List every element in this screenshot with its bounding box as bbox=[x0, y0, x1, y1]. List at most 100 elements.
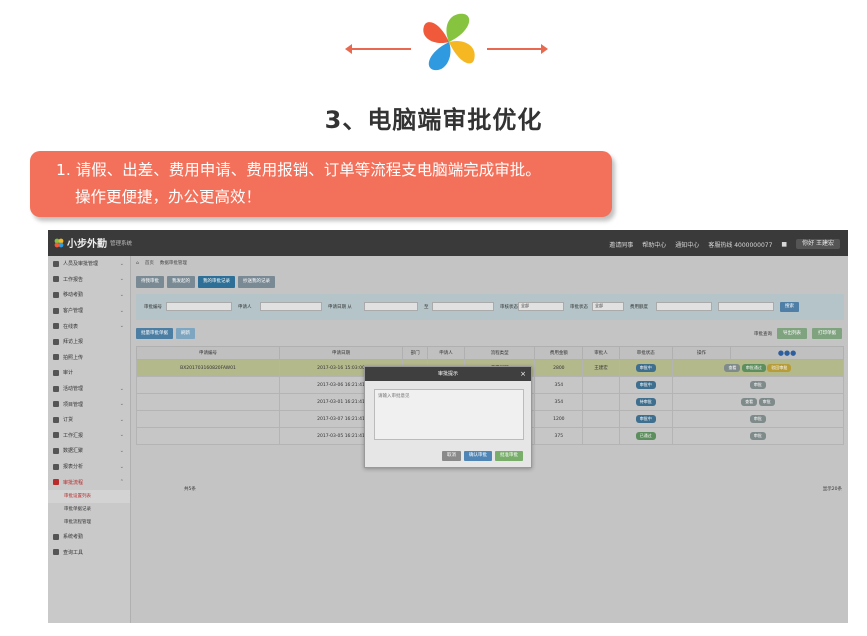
sidebar-item[interactable]: 系统考勤 bbox=[48, 529, 130, 545]
sidebar-item[interactable]: 拜访上报 bbox=[48, 334, 130, 350]
view-button[interactable]: 查看 bbox=[741, 398, 758, 406]
cell-number bbox=[136, 427, 280, 445]
chevron-down-icon: ⌄ bbox=[119, 401, 124, 408]
cancel-button[interactable]: 取消 bbox=[442, 451, 461, 461]
sidebar-item[interactable]: 订货 ⌄ bbox=[48, 412, 130, 428]
sidebar-item-label: 客户管理 bbox=[63, 308, 84, 315]
column-header[interactable]: 流程类型 bbox=[463, 346, 536, 360]
slide: 3、电脑端审批优化 1. 请假、出差、费用申请、费用报销、订单等流程支电脑端完成… bbox=[0, 0, 867, 636]
column-header[interactable]: 申请日期 bbox=[278, 346, 404, 360]
sidebar-item-label: 报表分析 bbox=[63, 464, 84, 471]
filter-amount-to-input[interactable] bbox=[718, 302, 774, 311]
sidebar-sub-item[interactable]: 审批流程管理 bbox=[48, 516, 130, 529]
menu-icon bbox=[53, 549, 59, 556]
filter-number-input[interactable] bbox=[166, 302, 232, 311]
tab-cc-records[interactable]: 抄送我的记录 bbox=[238, 276, 275, 288]
approval-comment-input[interactable] bbox=[374, 389, 524, 440]
menu-icon bbox=[53, 385, 59, 392]
refresh-button[interactable]: 刷新 bbox=[176, 328, 195, 339]
filter-label: 审批状态 bbox=[570, 305, 588, 310]
filter-status-select[interactable]: 全部 bbox=[518, 302, 564, 311]
cell-amount: 354 bbox=[534, 376, 584, 394]
sidebar-item[interactable]: 拍照上传 bbox=[48, 350, 130, 366]
sidebar-item[interactable]: 数据汇聚 ⌄ bbox=[48, 443, 130, 459]
cell-status: 待审批 bbox=[618, 393, 673, 411]
search-button[interactable]: 搜索 bbox=[780, 302, 799, 312]
column-header[interactable]: 操作 bbox=[671, 346, 732, 360]
sidebar-item[interactable]: 活动管理 ⌄ bbox=[48, 381, 130, 397]
column-header[interactable]: 审批状态 bbox=[618, 346, 673, 360]
batch-approve-button[interactable]: 批量审批单据 bbox=[136, 328, 173, 339]
home-icon[interactable]: ⌂ bbox=[136, 261, 139, 266]
sidebar-item[interactable]: 移动考勤 ⌄ bbox=[48, 287, 130, 303]
cell-status: 审批中 bbox=[618, 376, 673, 394]
sidebar-item-label: 系统考勤 bbox=[63, 534, 84, 541]
sidebar-item[interactable]: 报表分析 ⌄ bbox=[48, 459, 130, 475]
reject-button[interactable]: 驳回审批 bbox=[767, 364, 792, 372]
sidebar-item[interactable]: 项目管理 ⌄ bbox=[48, 396, 130, 412]
page-size-select[interactable]: 显示20条 bbox=[823, 486, 842, 492]
top-link-help[interactable]: 帮助中心 bbox=[642, 240, 666, 249]
cell-ops: 查看 审批通过 驳回审批 bbox=[671, 359, 845, 377]
user-menu[interactable]: 你好 王建宏 bbox=[796, 239, 840, 249]
record-count: 共5条 bbox=[184, 487, 196, 492]
status-badge: 审批中 bbox=[635, 381, 656, 389]
approve-button[interactable]: 批准审批 bbox=[495, 451, 523, 461]
sidebar-item-label: 项目管理 bbox=[63, 401, 84, 408]
tab-my-records[interactable]: 我的审批记录 bbox=[198, 276, 235, 288]
approval-dialog: 审批提示 × 取消 确认审批 批准审批 bbox=[364, 366, 532, 468]
sidebar-item[interactable]: 审计 bbox=[48, 365, 130, 381]
column-header[interactable]: 申请人 bbox=[427, 346, 465, 360]
sidebar-item[interactable]: 在线表 ⌄ bbox=[48, 318, 130, 334]
filter-applicant-input[interactable] bbox=[260, 302, 322, 311]
more-icon[interactable]: ●●● bbox=[730, 346, 844, 360]
sidebar-item[interactable]: 工作报告 ⌄ bbox=[48, 272, 130, 288]
breadcrumb-current: 数据审批管理 bbox=[159, 261, 187, 266]
print-button[interactable]: 打印单据 bbox=[812, 328, 842, 339]
breadcrumb-home[interactable]: 首页 bbox=[145, 260, 154, 266]
filter-approval-select[interactable]: 全部 bbox=[592, 302, 624, 311]
top-link-invite[interactable]: 邀请同事 bbox=[609, 240, 633, 249]
confirm-approve-button[interactable]: 确认审批 bbox=[464, 451, 492, 461]
filter-date-to-input[interactable] bbox=[432, 302, 494, 311]
cell-approver bbox=[582, 427, 620, 445]
approve-button[interactable]: 审批 bbox=[749, 415, 766, 423]
filter-amount-from-input[interactable] bbox=[656, 302, 712, 311]
column-header[interactable]: 费用金额 bbox=[534, 346, 584, 360]
sidebar-sub-item[interactable]: 审批单据记录 bbox=[48, 503, 130, 516]
sidebar-item-approval[interactable]: 审批流程 ⌃ bbox=[48, 474, 130, 490]
menu-icon bbox=[53, 369, 59, 376]
sidebar-item[interactable]: 人员及审批管理 ⌄ bbox=[48, 256, 130, 272]
column-header[interactable]: 申请编号 bbox=[136, 346, 280, 360]
app-screenshot: 小步外勤 管理系统 邀请同事 帮助中心 通知中心 客服热线 4000000077… bbox=[48, 230, 848, 623]
tab-pending[interactable]: 待我审批 bbox=[136, 276, 164, 288]
callout-box: 1. 请假、出差、费用申请、费用报销、订单等流程支电脑端完成审批。 操作更便捷，… bbox=[30, 151, 612, 217]
sidebar-sub-item[interactable]: 审批设置列表 bbox=[48, 489, 130, 503]
view-button[interactable]: 查看 bbox=[724, 364, 741, 372]
approve-button[interactable]: 审批 bbox=[749, 432, 766, 440]
top-link-notice[interactable]: 通知中心 bbox=[675, 240, 699, 249]
sidebar-item[interactable]: 工作汇报 ⌄ bbox=[48, 428, 130, 444]
filter-date-from-input[interactable] bbox=[364, 302, 418, 311]
menu-icon bbox=[53, 463, 59, 470]
column-header[interactable]: 部门 bbox=[402, 346, 429, 360]
table-header-row: 申请编号 申请日期 部门 申请人 流程类型 费用金额 审批人 审批状态 操作 ●… bbox=[136, 346, 844, 360]
approve-button[interactable]: 审批 bbox=[749, 381, 766, 389]
sidebar-item[interactable]: 查询工具 bbox=[48, 545, 130, 561]
sidebar-item[interactable]: 客户管理 ⌄ bbox=[48, 303, 130, 319]
lock-icon[interactable]: ■ bbox=[781, 241, 787, 248]
sidebar-item-label: 拍照上传 bbox=[63, 354, 84, 361]
top-link-hotline[interactable]: 客服热线 4000000077 bbox=[708, 240, 772, 249]
sidebar-item-label: 数据汇聚 bbox=[63, 448, 84, 455]
menu-icon bbox=[53, 307, 59, 314]
export-button[interactable]: 导出列表 bbox=[777, 328, 807, 339]
tab-initiated[interactable]: 我发起的 bbox=[167, 276, 195, 288]
chevron-down-icon: ⌄ bbox=[119, 307, 124, 314]
filter-label: 申请日期 从 bbox=[328, 305, 352, 310]
close-icon[interactable]: × bbox=[520, 367, 526, 381]
status-badge: 审批中 bbox=[635, 415, 656, 423]
approve-button[interactable]: 审批通过 bbox=[741, 364, 766, 372]
column-header[interactable]: 审批人 bbox=[582, 346, 620, 360]
approve-button[interactable]: 审批 bbox=[758, 398, 775, 406]
chevron-down-icon: ⌄ bbox=[119, 432, 124, 439]
